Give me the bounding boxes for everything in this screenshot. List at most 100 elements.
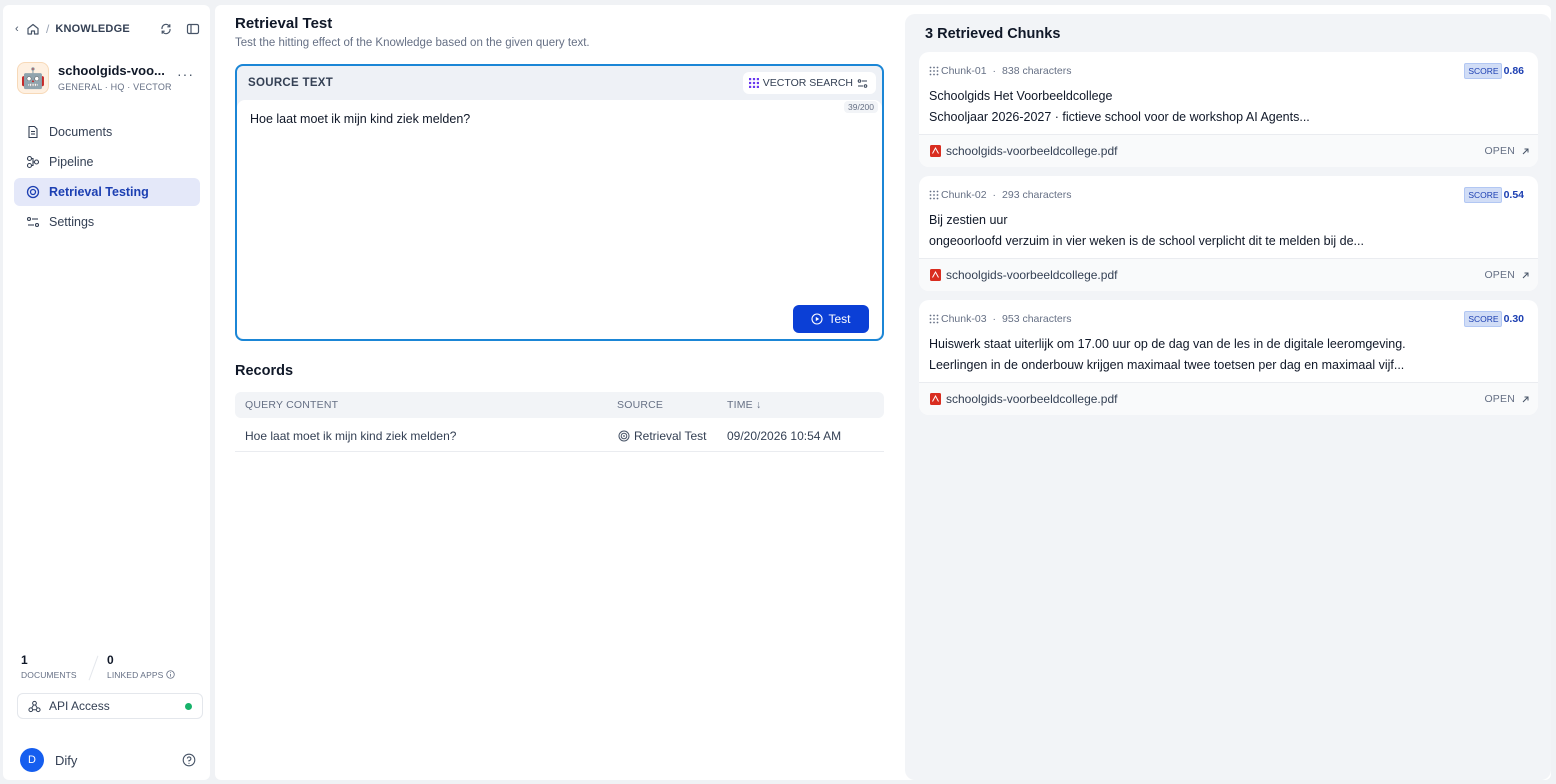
- settings-icon: [857, 78, 868, 88]
- sidebar: ‹ / KNOWLEDGE 🤖 schoolgids-voo... GENERA…: [3, 5, 210, 780]
- table-row[interactable]: Hoe laat moet ik mijn kind ziek melden? …: [235, 418, 884, 452]
- knowledge-stats: 1 DOCUMENTS 0 LINKED APPS: [21, 653, 201, 683]
- record-time: 09/20/2026 10:54 AM: [727, 429, 842, 443]
- more-options-icon[interactable]: ···: [177, 66, 194, 82]
- query-textarea[interactable]: 39/200 Hoe laat moet ik mijn kind ziek m…: [237, 100, 882, 339]
- open-label: OPEN: [1484, 269, 1515, 281]
- records-title: Records: [235, 363, 294, 379]
- api-icon: [28, 700, 41, 712]
- sync-icon[interactable]: [159, 22, 173, 36]
- api-access-button[interactable]: API Access: [17, 693, 203, 719]
- sidebar-item-retrieval-testing[interactable]: Retrieval Testing: [14, 178, 200, 206]
- results-panel: 3 Retrieved Chunks Chunk-01 · 838 charac…: [905, 14, 1551, 780]
- chunk-line-2: ongeoorloofd verzuim in vier weken is de…: [929, 234, 1364, 248]
- record-query: Hoe laat moet ik mijn kind ziek melden?: [245, 429, 457, 443]
- source-text-panel: SOURCE TEXT VECTOR SEARCH 39/200 Hoe laa…: [235, 64, 884, 341]
- panel-toggle-icon[interactable]: [186, 22, 200, 36]
- score-badge: SCORE 0.54: [1464, 186, 1524, 203]
- chunk-meta: Chunk-02 · 293 characters: [929, 189, 1072, 201]
- chunk-source-file[interactable]: schoolgids-voorbeeldcollege.pdf: [930, 392, 1117, 406]
- sidebar-item-documents[interactable]: Documents: [14, 118, 200, 146]
- help-icon[interactable]: [182, 753, 196, 767]
- knowledge-meta: GENERAL · HQ · VECTOR: [58, 82, 172, 92]
- chevron-left-icon[interactable]: ‹: [15, 23, 25, 35]
- open-link[interactable]: OPEN: [1484, 393, 1530, 405]
- breadcrumb: ‹ / KNOWLEDGE: [15, 21, 200, 37]
- query-text[interactable]: Hoe laat moet ik mijn kind ziek melden?: [250, 112, 470, 126]
- results-title: 3 Retrieved Chunks: [925, 26, 1061, 42]
- score-badge: SCORE 0.86: [1464, 62, 1524, 79]
- page-description: Test the hitting effect of the Knowledge…: [235, 37, 590, 49]
- sidebar-nav: Documents Pipeline Retrieval Testing Set…: [14, 118, 200, 238]
- open-label: OPEN: [1484, 393, 1515, 405]
- meta-separator: ·: [992, 313, 997, 325]
- meta-separator: ·: [992, 65, 997, 77]
- test-button-label: Test: [828, 312, 851, 326]
- api-status-indicator: [185, 703, 192, 710]
- score-badge: SCORE 0.30: [1464, 310, 1524, 327]
- score-value: 0.86: [1503, 64, 1524, 77]
- chunk-source-file[interactable]: schoolgids-voorbeeldcollege.pdf: [930, 268, 1117, 282]
- external-link-icon: [1522, 148, 1529, 154]
- chunk-content: Huiswerk staat uiterlijk om 17.00 uur op…: [929, 334, 1526, 376]
- test-button[interactable]: Test: [793, 305, 869, 333]
- documents-stat: 1 DOCUMENTS: [21, 653, 77, 680]
- chunk-characters: 293 characters: [1002, 189, 1072, 201]
- chunk-card[interactable]: Chunk-02 · 293 characters SCORE 0.54 Bij…: [919, 176, 1538, 291]
- score-value: 0.30: [1503, 312, 1524, 325]
- chunk-footer: schoolgids-voorbeeldcollege.pdf OPEN: [919, 382, 1538, 415]
- home-icon[interactable]: [26, 22, 40, 36]
- column-query-content: QUERY CONTENT: [245, 399, 339, 411]
- sidebar-item-settings[interactable]: Settings: [14, 208, 200, 236]
- chunk-characters: 838 characters: [1002, 65, 1072, 77]
- api-access-label: API Access: [49, 699, 110, 713]
- pdf-icon: [930, 145, 941, 157]
- score-value: 0.54: [1503, 188, 1524, 201]
- score-label: SCORE: [1464, 186, 1502, 203]
- score-label: SCORE: [1464, 310, 1502, 327]
- vector-grid-icon: [748, 78, 759, 88]
- column-source: SOURCE: [617, 399, 664, 411]
- sidebar-item-pipeline[interactable]: Pipeline: [14, 148, 200, 176]
- target-icon: [618, 430, 630, 442]
- chunk-id: Chunk-03: [941, 313, 987, 325]
- document-icon: [28, 125, 38, 139]
- knowledge-name: schoolgids-voo...: [58, 63, 165, 78]
- open-link[interactable]: OPEN: [1484, 269, 1530, 281]
- search-mode-label: VECTOR SEARCH: [762, 77, 853, 89]
- page-title: Retrieval Test: [235, 15, 333, 32]
- external-link-icon: [1522, 272, 1529, 278]
- sidebar-item-label: Retrieval Testing: [49, 185, 149, 199]
- records-table: QUERY CONTENT SOURCE TIME ↓ Hoe laat moe…: [235, 392, 884, 452]
- external-link-icon: [1522, 396, 1529, 402]
- avatar[interactable]: D: [20, 748, 44, 772]
- info-icon[interactable]: [166, 670, 175, 679]
- chunk-meta: Chunk-01 · 838 characters: [929, 65, 1072, 77]
- sidebar-item-label: Documents: [49, 125, 113, 139]
- chunk-card[interactable]: Chunk-01 · 838 characters SCORE 0.86 Sch…: [919, 52, 1538, 167]
- knowledge-avatar: 🤖: [17, 62, 49, 94]
- drag-grid-icon: [929, 190, 939, 200]
- chunk-footer: schoolgids-voorbeeldcollege.pdf OPEN: [919, 134, 1538, 167]
- character-counter: 39/200: [844, 101, 878, 113]
- open-link[interactable]: OPEN: [1484, 145, 1530, 157]
- column-time[interactable]: TIME ↓: [727, 399, 761, 411]
- linked-apps-stat: 0 LINKED APPS: [107, 653, 175, 680]
- chunk-id: Chunk-02: [941, 189, 987, 201]
- stats-divider: [88, 655, 99, 681]
- chunk-line-1: Bij zestien uur: [929, 213, 1008, 227]
- chunk-card[interactable]: Chunk-03 · 953 characters SCORE 0.30 Hui…: [919, 300, 1538, 415]
- record-source: Retrieval Test: [618, 429, 706, 443]
- search-mode-button[interactable]: VECTOR SEARCH: [742, 72, 876, 94]
- breadcrumb-section[interactable]: KNOWLEDGE: [55, 23, 130, 35]
- record-source-label: Retrieval Test: [634, 429, 707, 443]
- user-menu[interactable]: D Dify: [20, 748, 200, 772]
- pdf-icon: [930, 269, 941, 281]
- sidebar-item-label: Pipeline: [49, 155, 94, 169]
- breadcrumb-separator: /: [46, 22, 50, 36]
- drag-grid-icon: [929, 66, 939, 76]
- documents-label: DOCUMENTS: [21, 670, 77, 680]
- play-circle-icon: [811, 313, 824, 325]
- chunk-content: Bij zestien uur ongeoorloofd verzuim in …: [929, 210, 1526, 252]
- chunk-source-file[interactable]: schoolgids-voorbeeldcollege.pdf: [930, 144, 1117, 158]
